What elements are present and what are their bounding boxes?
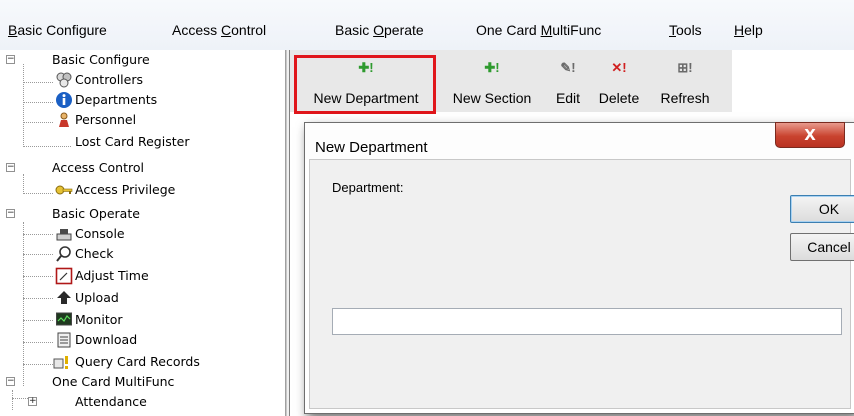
dialog-title: New Department [315,139,428,156]
toolbar: ✚! New Department ✚! New Section ✎! Edit… [290,50,732,114]
download-icon [57,332,71,348]
tree-connector [23,146,71,147]
monitor-icon [56,312,72,326]
menu-access-control[interactable]: Access Control [172,22,266,38]
ok-button[interactable]: OK [790,195,854,223]
dialog-titlebar[interactable]: New Department X [305,122,854,159]
menu-help[interactable]: Help [734,22,763,38]
tree-node-label: Adjust Time [75,268,149,283]
menu-basic-configure[interactable]: Basic Configure [8,22,107,38]
tree-connector [23,122,53,123]
tree-connector [23,364,53,365]
tree-connector [23,174,24,194]
edit-label: Edit [555,90,581,106]
delete-button[interactable]: ✕! Delete [592,50,646,112]
tree-connector [23,102,53,103]
tree-node-label: Departments [75,92,158,107]
collapse-icon[interactable]: − [6,55,15,64]
clock-icon [55,267,73,285]
collapse-icon[interactable]: − [6,377,15,386]
info-icon [56,92,72,108]
new-department-dialog: New Department X Department: OK Cancel [304,122,854,414]
tree-connector [23,82,53,83]
refresh-label: Refresh [660,90,710,106]
expand-icon[interactable]: + [28,397,37,406]
tree-connector [23,342,53,343]
tree-connector [12,390,13,410]
highlight-box [294,55,436,114]
tree-connector [23,320,53,321]
tree-connector [12,398,28,399]
department-input[interactable] [332,308,842,335]
tree-connector [23,234,53,235]
close-button[interactable]: X [775,122,845,148]
tree-connector [23,276,53,277]
tree-node-label: Access Privilege [75,182,176,197]
tree-node-label: Access Control [52,160,144,175]
tree-connector [23,254,53,255]
tree-node-label: Attendance [75,394,147,409]
tree-connector [23,298,53,299]
cancel-button[interactable]: Cancel [790,233,854,261]
person-icon [59,112,69,127]
dialog-body: Department: OK Cancel [309,159,854,409]
menu-one-card-multifunc[interactable]: One Card MultiFunc [476,22,601,38]
tree-connector [23,64,24,147]
tree-node-label: Basic Operate [52,206,140,221]
tree-node-label: Check [75,246,114,261]
add-section-icon: ✚! [484,60,500,75]
navigation-tree: − Basic Configure Controllers Department… [0,50,286,416]
new-section-button[interactable]: ✚! New Section [440,50,544,112]
tree-node-label: Basic Configure [52,52,150,67]
tree-node-label: Controllers [75,72,143,87]
tree-node-label: Lost Card Register [75,134,190,149]
upload-icon [57,291,71,304]
new-section-label: New Section [452,90,532,106]
delete-label: Delete [598,90,640,106]
tree-node-label: Upload [75,290,119,305]
main-panel: ✚! New Department ✚! New Section ✎! Edit… [290,50,854,416]
edit-button[interactable]: ✎! Edit [550,50,586,112]
refresh-button[interactable]: ⊞! Refresh [652,50,718,112]
menu-tools[interactable]: Tools [669,22,702,38]
tree-node-label: Personnel [75,112,137,127]
edit-icon: ✎! [560,60,576,75]
controllers-icon [56,72,72,88]
delete-icon: ✕! [611,60,627,75]
collapse-icon[interactable]: − [6,163,15,172]
tree-node-label: Monitor [75,312,123,327]
query-icon [53,356,68,369]
menu-bar: Basic Configure Access Control Basic Ope… [0,0,854,50]
check-icon [56,246,71,262]
tree-connector [23,193,53,194]
tree-node-label: One Card MultiFunc [52,374,175,389]
key-icon [55,185,73,195]
tree-connector [23,222,24,386]
refresh-icon: ⊞! [677,60,693,75]
tree-node-label: Download [75,332,138,347]
menu-basic-operate[interactable]: Basic Operate [335,22,424,38]
tree-node-label: Console [75,226,125,241]
tree-node-label: Query Card Records [75,354,200,369]
console-icon [56,229,72,241]
collapse-icon[interactable]: − [6,209,15,218]
department-field-label: Department: [332,180,404,195]
